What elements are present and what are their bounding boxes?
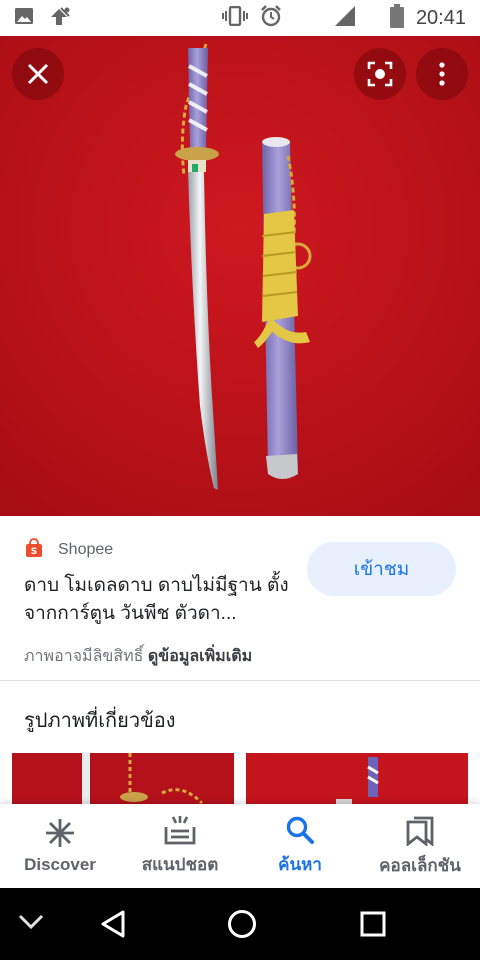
product-image-viewer[interactable] [0, 36, 480, 516]
nav-collections-label: คอลเล็กชัน [379, 855, 461, 875]
asterisk-icon [46, 819, 74, 847]
alarm-icon [260, 5, 282, 31]
more-vert-icon [439, 62, 445, 86]
close-button[interactable] [12, 48, 64, 100]
bottom-navigation: Discover สแนปชอต ค้นหา คอลเล็กชัน [0, 804, 480, 888]
lens-icon [367, 61, 393, 87]
chevron-down-icon[interactable] [18, 914, 44, 934]
vibrate-icon [221, 5, 248, 30]
shopee-icon: S [24, 538, 44, 562]
lens-search-button[interactable] [354, 48, 406, 100]
product-title[interactable]: ดาบ โมเดลดาบ ดาบไม่มีฐาน ตั้ง จากการ์ตูน… [24, 572, 294, 628]
sword-product-image [0, 36, 480, 516]
nav-discover[interactable]: Discover [0, 804, 120, 888]
divider [0, 680, 480, 681]
nav-snapshot[interactable]: สแนปชอต [120, 804, 240, 888]
related-images-heading: รูปภาพที่เกี่ยวข้อง [24, 710, 176, 732]
nav-discover-label: Discover [24, 855, 96, 874]
search-icon [286, 816, 314, 844]
image-detail-screen: 20:41 S Shopee เข้าชม ดาบ โมเดลดาบ ดาบไม… [0, 0, 480, 960]
nav-collections[interactable]: คอลเล็กชัน [360, 804, 480, 888]
clock-time: 20:41 [415, 6, 466, 29]
battery-icon [389, 4, 404, 32]
more-info-link[interactable]: ดูข้อมูลเพิ่มเติม [148, 648, 252, 665]
source-name: Shopee [58, 541, 114, 558]
nav-search-label: ค้นหา [278, 854, 322, 874]
source-site[interactable]: S Shopee [24, 538, 113, 562]
svg-text:S: S [31, 547, 37, 557]
visit-button[interactable]: เข้าชม [307, 542, 456, 596]
bookmarks-icon [406, 816, 434, 846]
copyright-notice: ภาพอาจมีลิขสิทธิ์ ดูข้อมูลเพิ่มเติม [24, 644, 252, 669]
close-icon [27, 63, 49, 85]
back-icon[interactable] [100, 910, 126, 942]
gallery-notification-icon [14, 6, 34, 30]
cell-signal-icon [334, 5, 356, 31]
nav-search[interactable]: ค้นหา [240, 804, 360, 888]
status-bar: 20:41 [0, 0, 480, 36]
mute-notification-icon [48, 5, 72, 31]
home-icon[interactable] [227, 909, 257, 943]
nav-snapshot-label: สแนปชอต [141, 854, 219, 874]
snapshot-icon [164, 815, 196, 844]
more-options-button[interactable] [416, 48, 468, 100]
system-navigation-bar [0, 888, 480, 960]
recents-icon[interactable] [360, 911, 386, 941]
copyright-text: ภาพอาจมีลิขสิทธิ์ [24, 648, 144, 665]
